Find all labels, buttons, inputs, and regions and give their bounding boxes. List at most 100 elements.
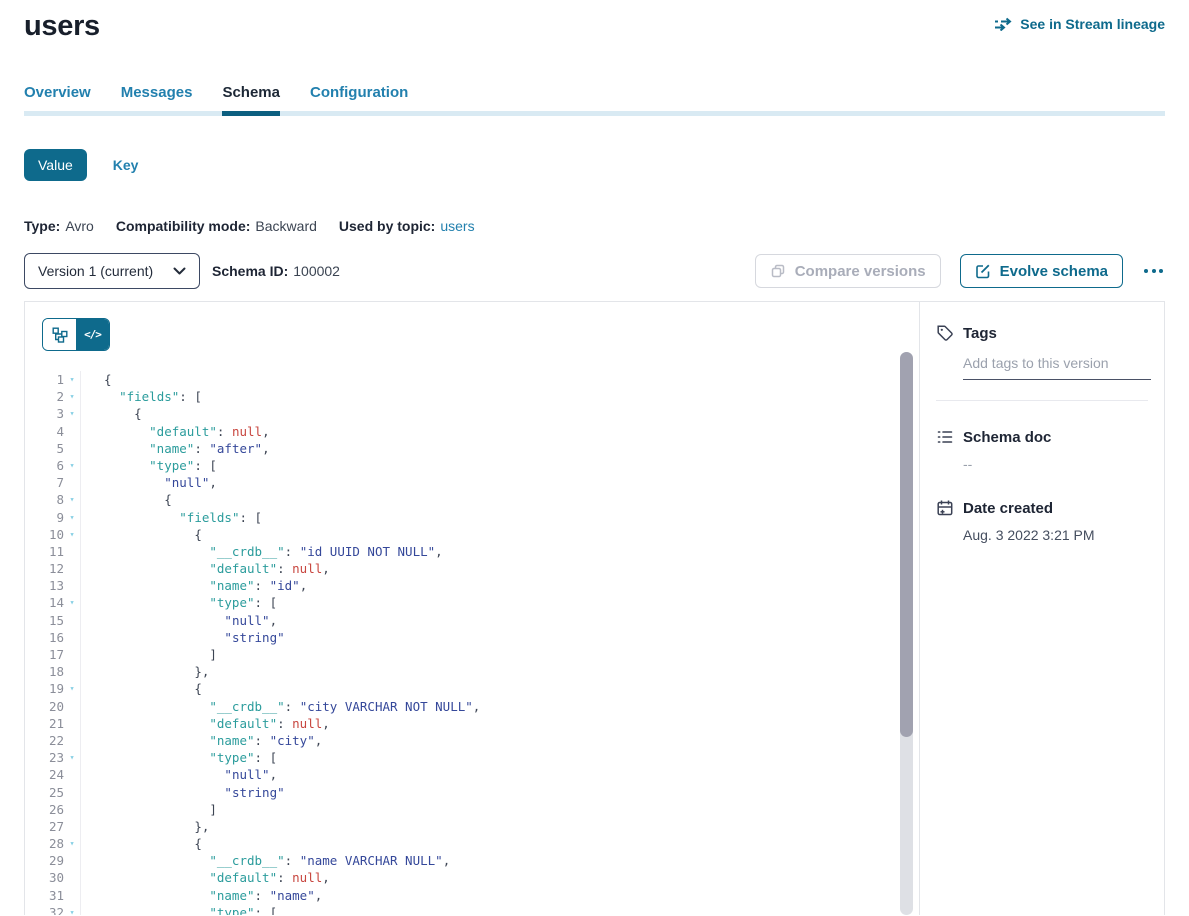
code-text: "type": [ — [81, 904, 277, 915]
code-line: 26 ] — [25, 801, 919, 818]
evolve-schema-button[interactable]: Evolve schema — [960, 254, 1123, 288]
tab-messages[interactable]: Messages — [121, 84, 193, 111]
tags-title: Tags — [963, 325, 997, 342]
line-number: 24 — [25, 766, 64, 783]
page-header: users See in Stream lineage — [24, 0, 1165, 43]
code-text: "null", — [81, 766, 277, 783]
fold-spacer — [64, 577, 81, 594]
code-text: "fields": [ — [81, 509, 262, 526]
fold-arrow-icon[interactable]: ▾ — [64, 509, 81, 526]
version-select[interactable]: Version 1 (current) — [24, 253, 200, 289]
used-by-topic: Used by topic:users — [339, 218, 475, 234]
line-number: 17 — [25, 646, 64, 663]
fold-arrow-icon[interactable]: ▾ — [64, 457, 81, 474]
editor-scrollbar[interactable] — [900, 352, 913, 915]
value-toggle-button[interactable]: Value — [24, 149, 87, 181]
code-line: 20 "__crdb__": "city VARCHAR NOT NULL", — [25, 698, 919, 715]
fold-arrow-icon[interactable]: ▾ — [64, 594, 81, 611]
editor-view-toggle: </> — [42, 318, 110, 351]
tag-icon — [936, 324, 954, 342]
fold-spacer — [64, 646, 81, 663]
code-line: 4 "default": null, — [25, 423, 919, 440]
line-number: 10 — [25, 526, 64, 543]
stream-lineage-link[interactable]: See in Stream lineage — [994, 16, 1165, 32]
tags-section: Tags — [936, 324, 1148, 401]
code-line: 24 "null", — [25, 766, 919, 783]
compare-versions-label: Compare versions — [795, 263, 926, 280]
fold-arrow-icon[interactable]: ▾ — [64, 388, 81, 405]
value-key-toggle: Value Key — [24, 149, 1165, 181]
fold-arrow-icon[interactable]: ▾ — [64, 835, 81, 852]
line-number: 6 — [25, 457, 64, 474]
line-number: 26 — [25, 801, 64, 818]
code-text: "default": null, — [81, 560, 330, 577]
evolve-schema-label: Evolve schema — [1000, 263, 1108, 280]
code-line: 13 "name": "id", — [25, 577, 919, 594]
schema-id: Schema ID:100002 — [212, 263, 340, 279]
tags-input[interactable] — [963, 355, 1151, 380]
schema-content: </> 1▾{2▾ "fields": [3▾ {4 "default": nu… — [24, 301, 1165, 915]
line-number: 5 — [25, 440, 64, 457]
code-line: 23▾ "type": [ — [25, 749, 919, 766]
code-text: "__crdb__": "name VARCHAR NULL", — [81, 852, 450, 869]
fold-arrow-icon[interactable]: ▾ — [64, 749, 81, 766]
fold-arrow-icon[interactable]: ▾ — [64, 526, 81, 543]
tab-overview[interactable]: Overview — [24, 84, 91, 111]
code-view-button[interactable]: </> — [76, 319, 109, 350]
editor-scrollbar-thumb[interactable] — [900, 352, 913, 737]
line-number: 14 — [25, 594, 64, 611]
fold-arrow-icon[interactable]: ▾ — [64, 371, 81, 388]
code-line: 11 "__crdb__": "id UUID NOT NULL", — [25, 543, 919, 560]
code-text: { — [81, 835, 202, 852]
fold-arrow-icon[interactable]: ▾ — [64, 491, 81, 508]
code-scroller[interactable]: 1▾{2▾ "fields": [3▾ {4 "default": null,5… — [25, 371, 919, 915]
code-line: 31 "name": "name", — [25, 887, 919, 904]
fold-arrow-icon[interactable]: ▾ — [64, 904, 81, 915]
line-number: 13 — [25, 577, 64, 594]
key-toggle-link[interactable]: Key — [113, 157, 139, 173]
code-view-icon: </> — [84, 328, 101, 341]
schema-id-value: 100002 — [293, 263, 340, 279]
code-text: "name": "city", — [81, 732, 322, 749]
line-number: 22 — [25, 732, 64, 749]
fold-arrow-icon[interactable]: ▾ — [64, 405, 81, 422]
code-line: 22 "name": "city", — [25, 732, 919, 749]
code-text: "name": "after", — [81, 440, 270, 457]
tree-view-button[interactable] — [43, 319, 76, 350]
tab-configuration[interactable]: Configuration — [310, 84, 408, 111]
line-number: 19 — [25, 680, 64, 697]
line-number: 30 — [25, 869, 64, 886]
code-line: 7 "null", — [25, 474, 919, 491]
line-number: 1 — [25, 371, 64, 388]
code-text: "__crdb__": "city VARCHAR NOT NULL", — [81, 698, 480, 715]
compatibility-mode: Compatibility mode:Backward — [116, 218, 317, 234]
chevron-down-icon — [173, 267, 186, 275]
code-line: 8▾ { — [25, 491, 919, 508]
code-text: "default": null, — [81, 715, 330, 732]
tab-schema[interactable]: Schema — [222, 84, 280, 111]
line-number: 7 — [25, 474, 64, 491]
code-line: 2▾ "fields": [ — [25, 388, 919, 405]
code-text: }, — [81, 818, 209, 835]
schema-sidebar: Tags Schema doc -- — [919, 302, 1164, 915]
topic-link[interactable]: users — [440, 218, 474, 234]
schema-doc-title: Schema doc — [963, 429, 1051, 446]
code-line: 5 "name": "after", — [25, 440, 919, 457]
more-options-button[interactable] — [1142, 265, 1165, 277]
fold-spacer — [64, 715, 81, 732]
date-created-header: Date created — [936, 499, 1148, 517]
compare-versions-button[interactable]: Compare versions — [755, 254, 941, 288]
schema-type-label: Type: — [24, 218, 60, 234]
code-line: 32▾ "type": [ — [25, 904, 919, 915]
fold-spacer — [64, 698, 81, 715]
code-line: 21 "default": null, — [25, 715, 919, 732]
line-number: 12 — [25, 560, 64, 577]
fold-spacer — [64, 663, 81, 680]
code-text: "__crdb__": "id UUID NOT NULL", — [81, 543, 443, 560]
schema-type: Type:Avro — [24, 218, 94, 234]
fold-arrow-icon[interactable]: ▾ — [64, 680, 81, 697]
code-text: "null", — [81, 612, 277, 629]
fold-spacer — [64, 474, 81, 491]
fold-spacer — [64, 818, 81, 835]
fold-spacer — [64, 852, 81, 869]
